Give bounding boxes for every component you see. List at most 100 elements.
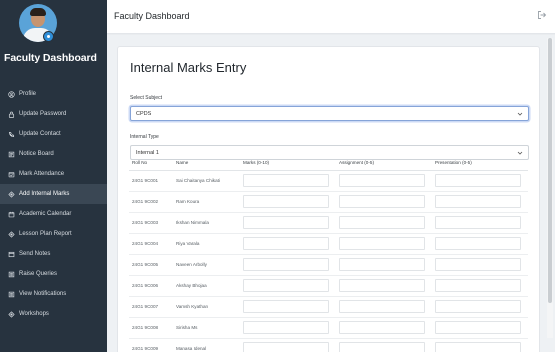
calendar-icon <box>7 210 15 218</box>
sidebar-item-update-password[interactable]: Update Password <box>0 104 107 124</box>
sidebar-nav: Profile Update Password Update Contact Noti… <box>0 84 107 324</box>
table-row: 24G1 9C009 Manasa Idenal <box>129 338 528 352</box>
sidebar-item-label: Lesson Plan Report <box>19 231 72 237</box>
assignment-input[interactable] <box>339 258 425 271</box>
marks-cell <box>240 296 336 318</box>
sidebar-item-lesson-plan-report[interactable]: Lesson Plan Report <box>0 224 107 244</box>
sidebar-item-label: Update Password <box>19 111 67 117</box>
sidebar-item-label: Profile <box>19 91 37 97</box>
roll-number-cell: 24G1 9C009 <box>129 338 173 352</box>
roll-number-cell: 24G1 9C004 <box>129 233 173 255</box>
presentation-cell <box>432 275 528 297</box>
column-header-roll: Roll No <box>129 155 173 171</box>
presentation-cell <box>432 170 528 192</box>
sidebar-item-add-internal-marks[interactable]: Add Internal Marks <box>0 184 107 204</box>
sidebar-item-label: Notice Board <box>19 151 54 157</box>
assignment-input[interactable] <box>339 195 425 208</box>
bell-icon <box>7 290 15 298</box>
student-name-cell: Riya Varala <box>173 233 240 255</box>
assignment-input[interactable] <box>339 279 425 292</box>
sidebar-brand: Faculty Dashboard <box>4 52 97 64</box>
sidebar-item-send-notes[interactable]: Send Notes <box>0 244 107 264</box>
presentation-input[interactable] <box>435 195 521 208</box>
main-content: Internal Marks Entry Select Subject CPDS… <box>107 35 555 352</box>
assignment-cell <box>336 254 432 276</box>
table-header-row: Roll No Name Marks (0-10) Assignment (0-… <box>129 155 528 171</box>
marks-cell <box>240 170 336 192</box>
sidebar-item-label: Mark Attendance <box>19 171 65 177</box>
marks-cell <box>240 212 336 234</box>
marks-input[interactable] <box>243 258 329 271</box>
marks-cell <box>240 233 336 255</box>
assignment-input[interactable] <box>339 321 425 334</box>
assignment-cell <box>336 296 432 318</box>
diamond-icon <box>7 310 15 318</box>
marks-input[interactable] <box>243 300 329 313</box>
student-name-cell: Sai Chaitanya Chikati <box>173 170 240 192</box>
presentation-input[interactable] <box>435 174 521 187</box>
presentation-input[interactable] <box>435 300 521 313</box>
assignment-cell <box>336 170 432 192</box>
assignment-input[interactable] <box>339 174 425 187</box>
sidebar-item-label: View Notifications <box>19 291 67 297</box>
marks-input[interactable] <box>243 237 329 250</box>
marks-cell <box>240 275 336 297</box>
diamond-icon <box>7 230 15 238</box>
presentation-input[interactable] <box>435 258 521 271</box>
subject-select-value: CPDS <box>136 111 152 117</box>
assignment-input[interactable] <box>339 216 425 229</box>
assignment-input[interactable] <box>339 342 425 352</box>
sidebar-item-view-notifications[interactable]: View Notifications <box>0 284 107 304</box>
presentation-input[interactable] <box>435 342 521 352</box>
marks-input[interactable] <box>243 195 329 208</box>
column-header-name: Name <box>173 155 240 171</box>
camera-icon[interactable] <box>43 31 54 42</box>
marks-input[interactable] <box>243 174 329 187</box>
marks-input[interactable] <box>243 321 329 334</box>
table-row: 24G1 9C002 Ram Koura <box>129 191 528 213</box>
subject-select[interactable]: CPDS <box>130 106 529 121</box>
presentation-cell <box>432 338 528 352</box>
presentation-input[interactable] <box>435 279 521 292</box>
sidebar-item-update-contact[interactable]: Update Contact <box>0 124 107 144</box>
logout-icon[interactable] <box>537 10 547 20</box>
assignment-input[interactable] <box>339 237 425 250</box>
calendar-check-icon <box>7 170 15 178</box>
marks-input[interactable] <box>243 216 329 229</box>
student-name-cell: Akshay Bhojaa <box>173 275 240 297</box>
marks-input[interactable] <box>243 279 329 292</box>
sidebar-item-raise-queries[interactable]: Raise Queries <box>0 264 107 284</box>
sidebar-item-workshops[interactable]: Workshops <box>0 304 107 324</box>
presentation-cell <box>432 191 528 213</box>
presentation-cell <box>432 296 528 318</box>
phone-icon <box>7 130 15 138</box>
marks-input[interactable] <box>243 342 329 352</box>
scrollbar-thumb[interactable] <box>548 38 552 303</box>
sidebar-item-mark-attendance[interactable]: Mark Attendance <box>0 164 107 184</box>
student-name-cell: Sirisha Ms <box>173 317 240 339</box>
table-row: 24G1 9C004 Riya Varala <box>129 233 528 255</box>
presentation-input[interactable] <box>435 237 521 250</box>
column-header-assignment: Assignment (0-5) <box>336 155 432 171</box>
assignment-cell <box>336 191 432 213</box>
assignment-cell <box>336 233 432 255</box>
presentation-cell <box>432 233 528 255</box>
student-name-cell: Naveen Arbolly <box>173 254 240 276</box>
scrollbar[interactable] <box>547 38 553 338</box>
sidebar-item-notice-board[interactable]: Notice Board <box>0 144 107 164</box>
sidebar-item-label: Workshops <box>19 311 49 317</box>
roll-number-cell: 24G1 9C001 <box>129 170 173 192</box>
assignment-input[interactable] <box>339 300 425 313</box>
assignment-cell <box>336 212 432 234</box>
presentation-input[interactable] <box>435 321 521 334</box>
sidebar-item-academic-calendar[interactable]: Academic Calendar <box>0 204 107 224</box>
student-name-cell: Ram Koura <box>173 191 240 213</box>
lock-icon <box>7 110 15 118</box>
roll-number-cell: 24G1 9C002 <box>129 191 173 213</box>
topbar: Faculty Dashboard <box>107 0 555 34</box>
topbar-title: Faculty Dashboard <box>114 11 190 21</box>
presentation-input[interactable] <box>435 216 521 229</box>
sidebar-item-profile[interactable]: Profile <box>0 84 107 104</box>
student-name-cell: Vamsh Kyathan <box>173 296 240 318</box>
sidebar-item-label: Add Internal Marks <box>19 191 70 197</box>
